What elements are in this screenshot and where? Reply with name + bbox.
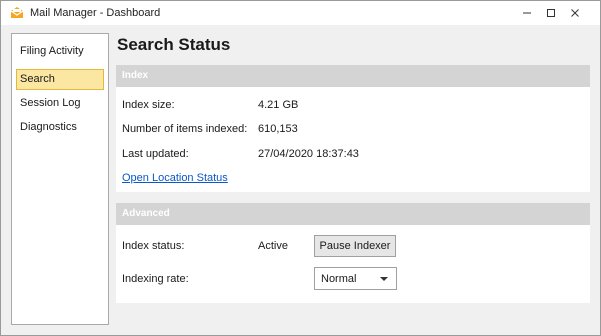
mail-manager-app-icon [10,7,24,18]
items-indexed-label: Number of items indexed: [122,123,248,135]
index-section: Index Index size: 4.21 GB Number of item… [116,65,590,192]
maximize-button[interactable] [541,4,561,22]
advanced-section: Advanced Index status: Active Pause Inde… [116,203,590,303]
indexing-rate-label: Indexing rate: [122,273,189,285]
chevron-down-icon [380,277,388,281]
index-status-label: Index status: [122,240,185,252]
open-location-status-link[interactable]: Open Location Status [122,172,228,184]
dashboard-content: Filing Activity Search Session Log Diagn… [1,25,600,335]
advanced-section-header: Advanced [116,203,590,225]
index-status-value: Active [258,240,288,252]
last-updated-label: Last updated: [122,148,189,160]
sidebar-item-session-log[interactable]: Session Log [16,93,104,114]
page-title: Search Status [117,35,231,54]
sidebar-item-search[interactable]: Search [16,69,104,90]
index-size-label: Index size: [122,99,175,111]
close-button[interactable] [565,4,585,22]
minimize-button[interactable] [517,4,537,22]
app-window: Mail Manager - Dashboard Filing Activity… [0,0,601,336]
last-updated-value: 27/04/2020 18:37:43 [258,148,359,160]
sidebar: Filing Activity Search Session Log Diagn… [11,33,109,325]
index-section-header: Index [116,65,590,87]
indexing-rate-value: Normal [321,272,357,285]
sidebar-item-diagnostics[interactable]: Diagnostics [16,117,104,138]
minimize-icon [523,12,531,14]
maximize-icon [547,9,555,17]
sidebar-item-filing-activity[interactable]: Filing Activity [16,41,104,62]
close-icon [571,9,579,17]
indexing-rate-select[interactable]: Normal [314,267,397,290]
pause-indexer-button[interactable]: Pause Indexer [314,235,396,257]
index-size-value: 4.21 GB [258,99,299,111]
title-bar[interactable]: Mail Manager - Dashboard [1,1,600,25]
items-indexed-value: 610,153 [258,123,298,135]
window-title: Mail Manager - Dashboard [30,7,161,19]
